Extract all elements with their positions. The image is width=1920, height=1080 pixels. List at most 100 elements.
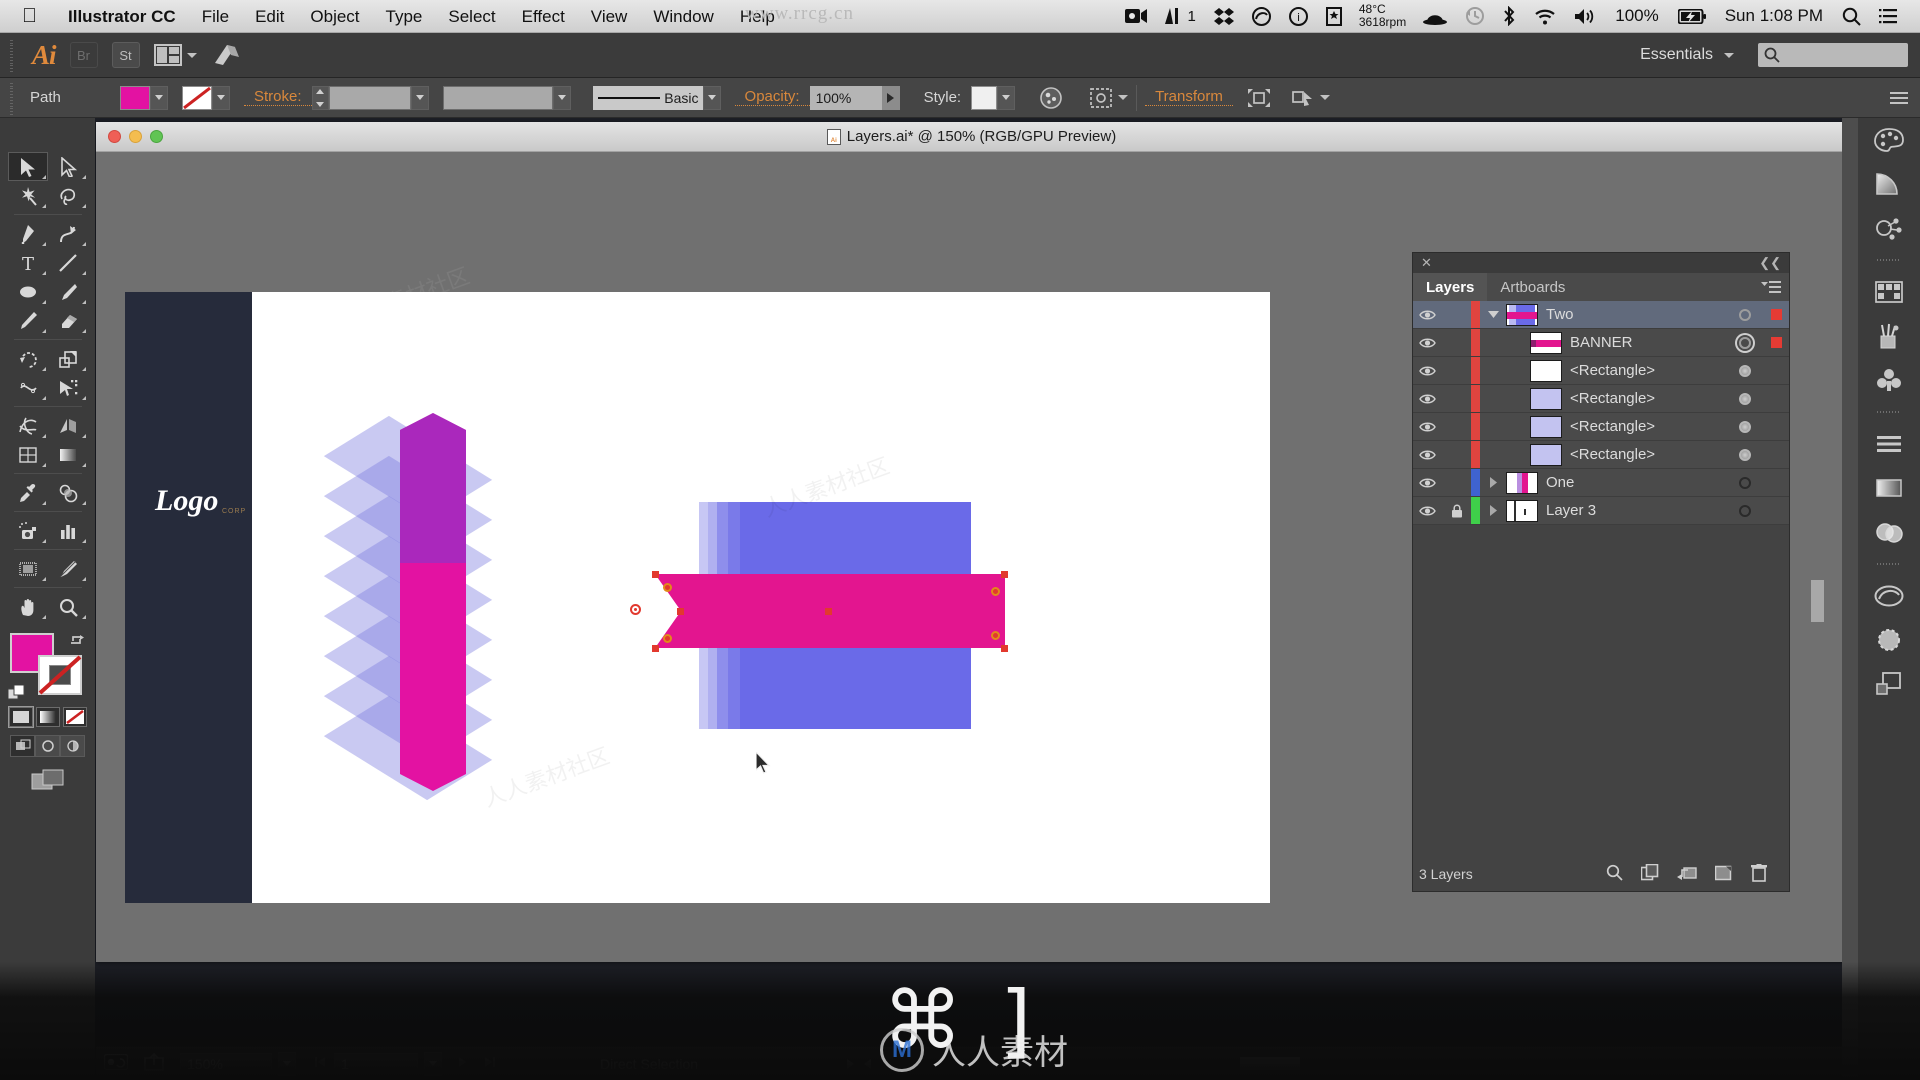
vertical-banner-shape[interactable]: [400, 413, 466, 791]
align-panel-icon[interactable]: [1858, 422, 1920, 466]
layer-visibility-icon[interactable]: [1413, 309, 1442, 321]
menu-select[interactable]: Select: [435, 0, 508, 33]
layer-visibility-icon[interactable]: [1413, 449, 1442, 461]
mesh-tool[interactable]: [8, 440, 48, 469]
graphic-styles-icon[interactable]: [1858, 358, 1920, 402]
opacity-value[interactable]: 100%: [809, 85, 882, 110]
transform-link[interactable]: Transform: [1145, 89, 1233, 106]
swatches-panel-icon[interactable]: [1858, 270, 1920, 314]
blend-tool[interactable]: [48, 478, 88, 507]
new-layer-icon[interactable]: [1714, 864, 1733, 884]
close-icon[interactable]: ✕: [1421, 255, 1432, 271]
layer-name[interactable]: Layer 3: [1546, 502, 1727, 519]
layer-thumbnail[interactable]: [1506, 471, 1538, 494]
libraries-panel-icon[interactable]: [1858, 574, 1920, 618]
tab-layers[interactable]: Layers: [1413, 273, 1488, 301]
layer-thumbnail[interactable]: [1530, 443, 1562, 466]
layer-row[interactable]: Layer 3: [1413, 497, 1789, 525]
anchor-point-bottom-right[interactable]: [1001, 645, 1008, 652]
none-fill-button[interactable]: [62, 707, 87, 727]
layer-thumbnail[interactable]: [1530, 387, 1562, 410]
bridge-button[interactable]: Br: [69, 42, 98, 68]
draw-normal-button[interactable]: [10, 735, 35, 757]
fill-dropdown-icon[interactable]: [150, 85, 168, 110]
chevron-down-icon[interactable]: [1724, 52, 1734, 58]
layer-visibility-icon[interactable]: [1413, 337, 1442, 349]
handle-point-lower-right[interactable]: [991, 631, 1000, 640]
delete-layer-icon[interactable]: [1751, 863, 1767, 885]
layer-expand-icon[interactable]: [1480, 477, 1506, 488]
layer-target-indicator[interactable]: [1727, 504, 1763, 517]
handle-point-upper-right[interactable]: [991, 587, 1000, 596]
curvature-tool[interactable]: [48, 219, 88, 248]
paintbrush-tool[interactable]: [48, 277, 88, 306]
anchor-point-top-left[interactable]: [652, 571, 659, 578]
graphic-style-control[interactable]: [971, 85, 1016, 110]
screen-recorder-icon[interactable]: [1116, 8, 1156, 24]
draw-inside-button[interactable]: [60, 735, 85, 757]
layer-expand-icon[interactable]: [1480, 505, 1506, 516]
opacity-popup-icon[interactable]: [881, 85, 900, 110]
scale-tool[interactable]: [48, 344, 88, 373]
magic-wand-tool[interactable]: [8, 181, 48, 210]
appearance-panel-icon[interactable]: [1858, 618, 1920, 662]
document-titlebar[interactable]: Ai Layers.ai* @ 150% (RGB/GPU Preview): [96, 122, 1847, 152]
stroke-weight-dropdown-icon[interactable]: [410, 85, 429, 110]
selection-tool[interactable]: [7, 152, 48, 181]
stroke-color-control[interactable]: [182, 85, 230, 110]
bowler-hat-icon[interactable]: [1414, 8, 1456, 25]
stroke-weight-stepper[interactable]: [311, 85, 329, 110]
change-screen-mode-button[interactable]: [0, 769, 95, 791]
align-icon[interactable]: [1247, 87, 1271, 109]
layer-visibility-icon[interactable]: [1413, 505, 1442, 517]
make-sublayer-icon[interactable]: [1677, 864, 1697, 884]
handle-point-left-tip[interactable]: [630, 604, 641, 615]
layer-target-indicator[interactable]: [1727, 364, 1763, 377]
volume-icon[interactable]: [1565, 8, 1605, 25]
rotate-tool[interactable]: [8, 344, 48, 373]
color-panel-icon[interactable]: [1858, 118, 1920, 162]
color-fill-button[interactable]: [8, 707, 33, 727]
layers-list[interactable]: Two BANNER <Rectangle> <Rectangle> <Rectangl…: [1413, 301, 1789, 525]
layer-name[interactable]: <Rectangle>: [1570, 418, 1727, 435]
layer-name[interactable]: One: [1546, 474, 1727, 491]
layer-thumbnail[interactable]: [1506, 303, 1538, 326]
isolate-group-icon[interactable]: [1291, 87, 1330, 109]
layer-visibility-icon[interactable]: [1413, 477, 1442, 489]
creative-cloud-icon[interactable]: [1243, 6, 1280, 26]
swap-fill-stroke-icon[interactable]: [68, 631, 86, 654]
anchor-point-bottom-left[interactable]: [652, 645, 659, 652]
layer-name[interactable]: BANNER: [1570, 334, 1727, 351]
layer-lock-icon[interactable]: [1442, 504, 1471, 518]
layer-name[interactable]: <Rectangle>: [1570, 446, 1727, 463]
stroke-profile-value[interactable]: Basic: [592, 85, 703, 110]
eraser-tool[interactable]: [48, 306, 88, 335]
layer-visibility-icon[interactable]: [1413, 365, 1442, 377]
eyedropper-tool[interactable]: [8, 478, 48, 507]
battery-charging-icon[interactable]: [1669, 8, 1715, 24]
direct-selection-tool[interactable]: [48, 152, 88, 181]
variable-width-dropdown-icon[interactable]: [552, 85, 571, 110]
lasso-tool[interactable]: [48, 181, 88, 210]
pen-tool[interactable]: [8, 219, 48, 248]
layer-thumbnail[interactable]: [1506, 499, 1538, 522]
controlbar-grip[interactable]: [6, 80, 16, 115]
stock-button[interactable]: St: [111, 42, 140, 68]
fill-color-control[interactable]: [120, 85, 168, 110]
handle-point-upper-left[interactable]: [663, 583, 672, 592]
transparency-panel-icon[interactable]: [1858, 510, 1920, 554]
select-similar-icon[interactable]: [1089, 87, 1129, 109]
opacity-label[interactable]: Opacity:: [734, 89, 810, 106]
menu-view[interactable]: View: [578, 0, 641, 33]
layer-row[interactable]: Two: [1413, 301, 1789, 329]
menu-file[interactable]: File: [189, 0, 242, 33]
fill-swatch[interactable]: [120, 85, 150, 110]
diamond-stack-artwork[interactable]: [323, 413, 543, 801]
layer-name[interactable]: <Rectangle>: [1570, 362, 1727, 379]
menu-effect[interactable]: Effect: [509, 0, 578, 33]
battery-percent[interactable]: 100%: [1605, 6, 1668, 26]
layer-thumbnail[interactable]: [1530, 415, 1562, 438]
locate-object-icon[interactable]: [1606, 864, 1623, 884]
layer-target-indicator[interactable]: [1727, 420, 1763, 433]
notification-center-icon[interactable]: [1870, 8, 1908, 24]
